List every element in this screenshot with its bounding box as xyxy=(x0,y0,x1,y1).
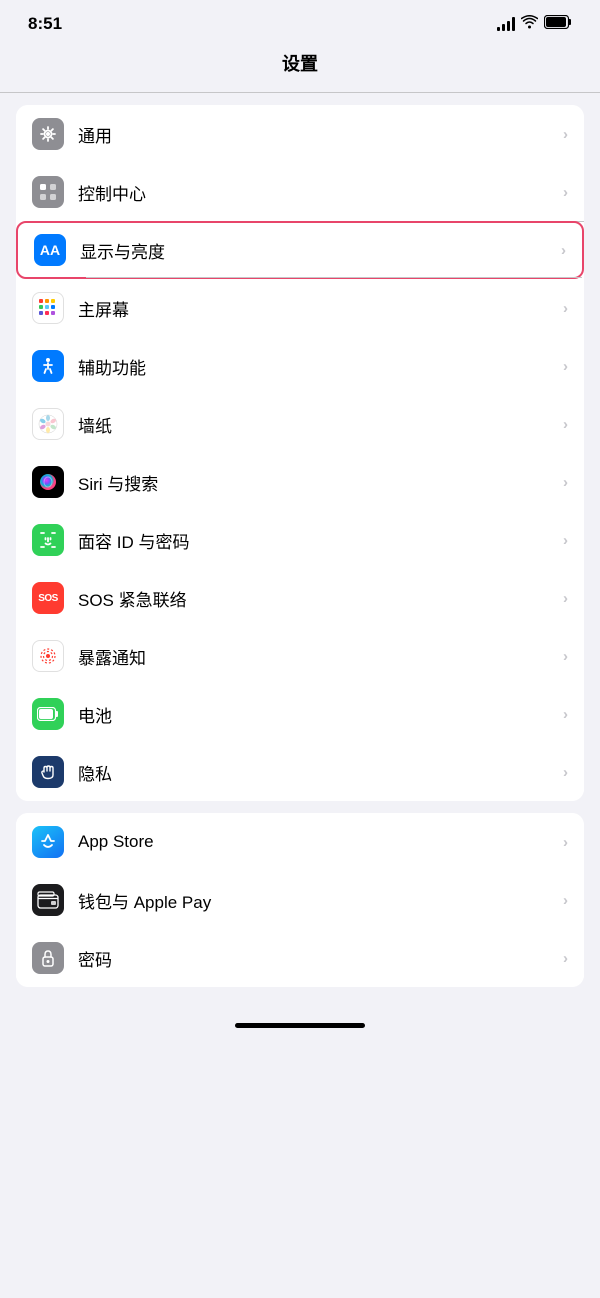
wallet-icon xyxy=(32,884,64,916)
wallpaper-label: 墙纸 xyxy=(78,412,555,437)
settings-group-2: App Store › 钱包与 Apple Pay › 密码 › xyxy=(16,813,584,987)
control-center-label: 控制中心 xyxy=(78,180,555,205)
home-screen-chevron: › xyxy=(563,300,568,317)
home-screen-icon xyxy=(32,292,64,324)
settings-row-exposure[interactable]: 暴露通知 › xyxy=(16,627,584,685)
faceid-icon xyxy=(32,524,64,556)
wifi-icon xyxy=(521,15,538,34)
wallpaper-chevron: › xyxy=(563,416,568,433)
battery-chevron: › xyxy=(563,706,568,723)
settings-row-password[interactable]: 密码 › xyxy=(16,929,584,987)
status-bar: 8:51 xyxy=(0,0,600,42)
privacy-chevron: › xyxy=(563,764,568,781)
appstore-chevron: › xyxy=(563,834,568,851)
settings-row-faceid[interactable]: 面容 ID 与密码 › xyxy=(16,511,584,569)
privacy-label: 隐私 xyxy=(78,760,555,785)
display-icon: AA xyxy=(34,234,66,266)
siri-icon xyxy=(32,466,64,498)
signal-icon xyxy=(497,17,515,31)
general-label: 通用 xyxy=(78,122,555,147)
settings-group-1: 通用 › 控制中心 › AA 显示与亮度 › xyxy=(16,105,584,801)
password-label: 密码 xyxy=(78,946,555,971)
sos-icon: SOS xyxy=(32,582,64,614)
exposure-label: 暴露通知 xyxy=(78,644,555,669)
siri-chevron: › xyxy=(563,474,568,491)
status-time: 8:51 xyxy=(28,14,62,34)
settings-row-wallpaper[interactable]: 墙纸 › xyxy=(16,395,584,453)
siri-label: Siri 与搜索 xyxy=(78,470,555,495)
display-chevron: › xyxy=(561,242,566,259)
wallet-chevron: › xyxy=(563,892,568,909)
control-center-icon xyxy=(32,176,64,208)
settings-row-appstore[interactable]: App Store › xyxy=(16,813,584,871)
settings-row-wallet[interactable]: 钱包与 Apple Pay › xyxy=(16,871,584,929)
general-chevron: › xyxy=(563,126,568,143)
control-center-chevron: › xyxy=(563,184,568,201)
display-label: 显示与亮度 xyxy=(80,238,553,263)
sos-chevron: › xyxy=(563,590,568,607)
wallpaper-icon xyxy=(32,408,64,440)
faceid-chevron: › xyxy=(563,532,568,549)
settings-row-sos[interactable]: SOS SOS 紧急联络 › xyxy=(16,569,584,627)
settings-row-general[interactable]: 通用 › xyxy=(16,105,584,163)
appstore-label: App Store xyxy=(78,832,555,852)
page-title: 设置 xyxy=(0,42,600,92)
appstore-icon xyxy=(32,826,64,858)
privacy-icon xyxy=(32,756,64,788)
section-divider-top xyxy=(0,92,600,93)
accessibility-label: 辅助功能 xyxy=(78,354,555,379)
settings-row-home-screen[interactable]: 主屏幕 › xyxy=(16,279,584,337)
password-chevron: › xyxy=(563,950,568,967)
settings-row-siri[interactable]: Siri 与搜索 › xyxy=(16,453,584,511)
password-icon xyxy=(32,942,64,974)
battery-icon xyxy=(544,15,572,34)
status-icons xyxy=(497,15,572,34)
battery-settings-icon xyxy=(32,698,64,730)
settings-row-control-center[interactable]: 控制中心 › xyxy=(16,163,584,221)
settings-row-display[interactable]: AA 显示与亮度 › xyxy=(16,221,584,279)
faceid-label: 面容 ID 与密码 xyxy=(78,528,555,553)
exposure-chevron: › xyxy=(563,648,568,665)
settings-row-battery[interactable]: 电池 › xyxy=(16,685,584,743)
general-icon xyxy=(32,118,64,150)
exposure-icon xyxy=(32,640,64,672)
settings-row-privacy[interactable]: 隐私 › xyxy=(16,743,584,801)
battery-label: 电池 xyxy=(78,702,555,727)
accessibility-icon xyxy=(32,350,64,382)
wallet-label: 钱包与 Apple Pay xyxy=(78,888,555,913)
home-screen-label: 主屏幕 xyxy=(78,296,555,321)
accessibility-chevron: › xyxy=(563,358,568,375)
settings-row-accessibility[interactable]: 辅助功能 › xyxy=(16,337,584,395)
sos-label: SOS 紧急联络 xyxy=(78,586,555,611)
home-indicator xyxy=(235,1023,365,1028)
